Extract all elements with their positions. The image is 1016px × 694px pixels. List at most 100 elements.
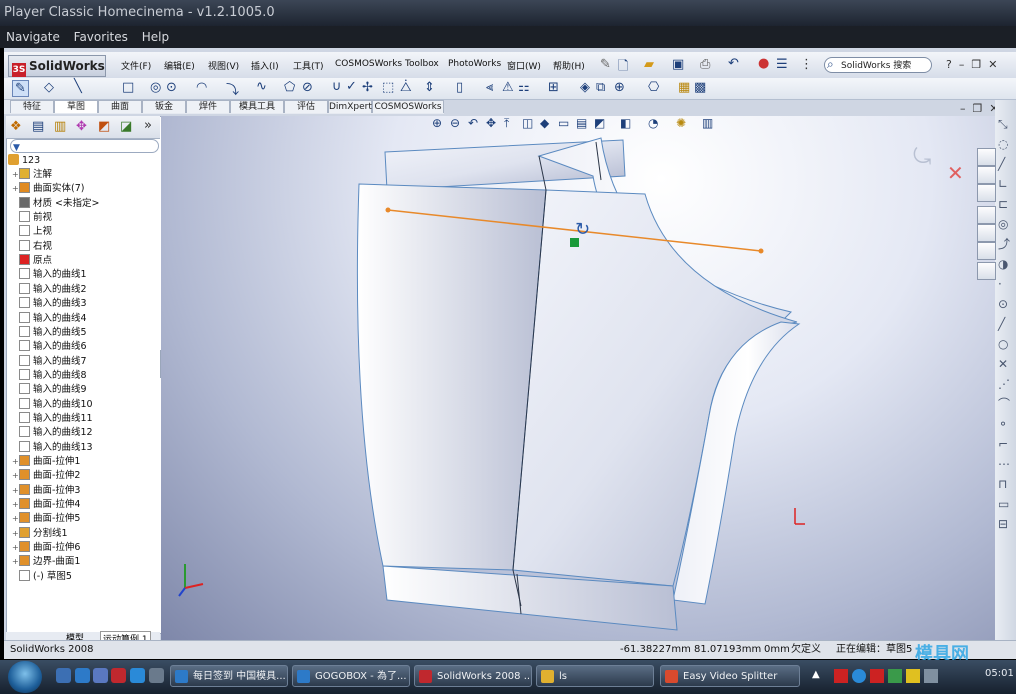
menu-help[interactable]: Help (138, 30, 173, 44)
right-tool-5-icon[interactable]: ⊏ (998, 194, 1010, 214)
previous-view-icon[interactable]: ↶ (468, 116, 478, 130)
task-button-3[interactable]: SolidWorks 2008 ... (414, 665, 532, 687)
tree-item[interactable]: + 曲面-拉伸4 (12, 498, 80, 512)
tree-item[interactable]: 输入的曲线10 (12, 397, 93, 412)
menu-toolbox[interactable]: Toolbox (405, 59, 439, 69)
tab-mold-tools[interactable]: 模具工具 (230, 100, 284, 113)
right-tool-4-icon[interactable]: ∟ (998, 174, 1010, 194)
tree-item[interactable]: 上视 (12, 225, 52, 239)
tree-item[interactable]: 输入的曲线1 (12, 268, 87, 282)
spline-tools-icon[interactable]: ⎔ (648, 80, 659, 95)
tree-item[interactable]: + 曲面-拉伸1 (12, 455, 80, 469)
shadows-icon[interactable]: ▥ (702, 116, 713, 130)
tree-item[interactable]: 输入的曲线13 (12, 440, 93, 455)
rectangle-icon[interactable]: □ (122, 80, 134, 95)
tray-network-icon[interactable] (924, 669, 938, 683)
zoom-area-icon[interactable]: ⊖ (450, 116, 460, 130)
right-tool-16-icon[interactable]: ⚬ (998, 414, 1010, 434)
close-icon[interactable]: ✕ (988, 58, 997, 71)
menu-view[interactable]: 视图(V) (208, 59, 239, 72)
display-manager-icon[interactable]: ◩ (98, 119, 110, 134)
tree-expander-icon[interactable]: + (12, 512, 19, 526)
tree-item[interactable]: 输入的曲线8 (12, 368, 87, 383)
tree-item[interactable]: 输入的曲线9 (12, 383, 87, 397)
ie-icon[interactable] (75, 668, 90, 683)
tree-item[interactable]: (-) 草图5 (12, 569, 72, 584)
right-tool-15-icon[interactable]: ⌒ (998, 394, 1010, 414)
right-tool-11-icon[interactable]: ╱ (998, 314, 1010, 334)
menu-edit[interactable]: 编辑(E) (164, 59, 195, 72)
menu-insert[interactable]: 插入(I) (251, 59, 279, 72)
menu-photoworks[interactable]: PhotoWorks (448, 59, 501, 69)
minimize-icon[interactable]: – (959, 58, 965, 71)
dimxpert-manager-icon[interactable]: ✥ (76, 119, 87, 134)
right-tool-14-icon[interactable]: ⋰ (998, 374, 1010, 394)
display-style-icon[interactable]: ▭ (558, 116, 569, 130)
right-tool-17-icon[interactable]: ⌐ (998, 434, 1010, 454)
right-tool-2-icon[interactable]: ◌ (998, 134, 1010, 154)
tree-root[interactable]: 123 (8, 154, 40, 168)
right-tool-20-icon[interactable]: ▭ (998, 494, 1010, 514)
flex-icon[interactable]: ⊕ (614, 80, 625, 95)
construction-icon[interactable]: ✢ (362, 80, 373, 95)
tree-item[interactable]: + 曲面-拉伸6 (12, 541, 80, 555)
tree-item[interactable]: 输入的曲线4 (12, 311, 87, 326)
menu-file[interactable]: 文件(F) (121, 59, 151, 72)
rebuild-icon[interactable]: ● (758, 56, 769, 71)
edit-appearance-icon[interactable]: ◩ (594, 116, 605, 130)
right-tool-13-icon[interactable]: ✕ (998, 354, 1010, 374)
realview-icon[interactable]: ✺ (676, 116, 686, 130)
tree-item[interactable]: 输入的曲线7 (12, 354, 87, 369)
quick-snaps-icon[interactable]: ⧉ (596, 80, 605, 95)
ie2-icon[interactable] (130, 668, 145, 683)
relations-icon[interactable]: ▯ (456, 80, 463, 95)
print-icon[interactable]: ⎙ (700, 57, 710, 72)
tree-item[interactable]: 材质 <未指定> (12, 196, 99, 211)
task-pane-explorer-icon[interactable] (977, 206, 996, 224)
file-properties-icon[interactable]: ☰ (776, 57, 788, 72)
menu-favorites[interactable]: Favorites (70, 30, 132, 44)
3d-sketch-icon[interactable]: ◈ (580, 80, 590, 95)
image-icon[interactable]: ▩ (694, 80, 706, 95)
task-pane-resources-icon[interactable] (977, 166, 996, 184)
solidworks-logo[interactable]: 3S SolidWorks (8, 55, 106, 77)
tree-expander-icon[interactable]: + (12, 182, 19, 196)
circle-icon[interactable]: ◎ (150, 80, 161, 95)
tab-cosmosworks[interactable]: COSMOSWorks (372, 100, 444, 113)
viewport-minimize-icon[interactable]: – (960, 102, 966, 115)
tree-expander-icon[interactable]: + (12, 484, 19, 498)
configuration-manager-icon[interactable]: ▥ (54, 119, 66, 134)
start-button[interactable] (8, 661, 42, 693)
rotate-icon[interactable]: ⤒ (504, 116, 509, 131)
warning-icon[interactable]: ⚠ (502, 80, 514, 95)
save-icon[interactable]: ▣ (672, 57, 684, 72)
tree-item[interactable]: 输入的曲线3 (12, 297, 87, 311)
linear-pattern-icon[interactable]: ⚏ (518, 80, 530, 95)
tab-sketch[interactable]: 草图 (54, 100, 98, 113)
task-button-1[interactable]: 每日签到 中国模具... (170, 665, 288, 687)
tree-item[interactable]: + 注解 (12, 168, 52, 182)
tab-features[interactable]: 特征 (10, 100, 54, 113)
task-button-2[interactable]: GOGOBOX - 為了... (292, 665, 410, 687)
tree-item[interactable]: 输入的曲线2 (12, 282, 87, 297)
tray-app-1-icon[interactable] (834, 669, 848, 683)
graphics-viewport[interactable]: ↻ ✕ ⤿ (161, 116, 995, 640)
tree-expander-icon[interactable]: + (12, 455, 19, 469)
tree-item[interactable]: + 曲面-拉伸2 (12, 469, 80, 483)
tree-item[interactable]: 输入的曲线5 (12, 325, 87, 340)
tray-app-4-icon[interactable] (888, 669, 902, 683)
solidworks-quick-icon[interactable] (111, 668, 126, 683)
right-tool-19-icon[interactable]: ⊓ (998, 474, 1010, 494)
spline-icon[interactable]: ∿ (256, 79, 267, 94)
sketch-picture-icon[interactable]: ▦ (678, 80, 690, 95)
show-desktop-icon[interactable] (56, 668, 71, 683)
new-document-icon[interactable]: 🗋 (618, 57, 628, 79)
tray-expand-icon[interactable]: ▲ (812, 669, 820, 680)
quicklaunch-3-icon[interactable] (93, 668, 108, 683)
extend-icon[interactable]: ✓ (346, 79, 357, 94)
tab-sheet-metal[interactable]: 钣金 (142, 100, 186, 113)
menu-help-sw[interactable]: 帮助(H) (553, 59, 585, 72)
switch-windows-icon[interactable] (149, 668, 164, 683)
section-view-icon[interactable]: ◫ (522, 116, 533, 130)
line-icon[interactable]: ╲ (74, 79, 82, 94)
